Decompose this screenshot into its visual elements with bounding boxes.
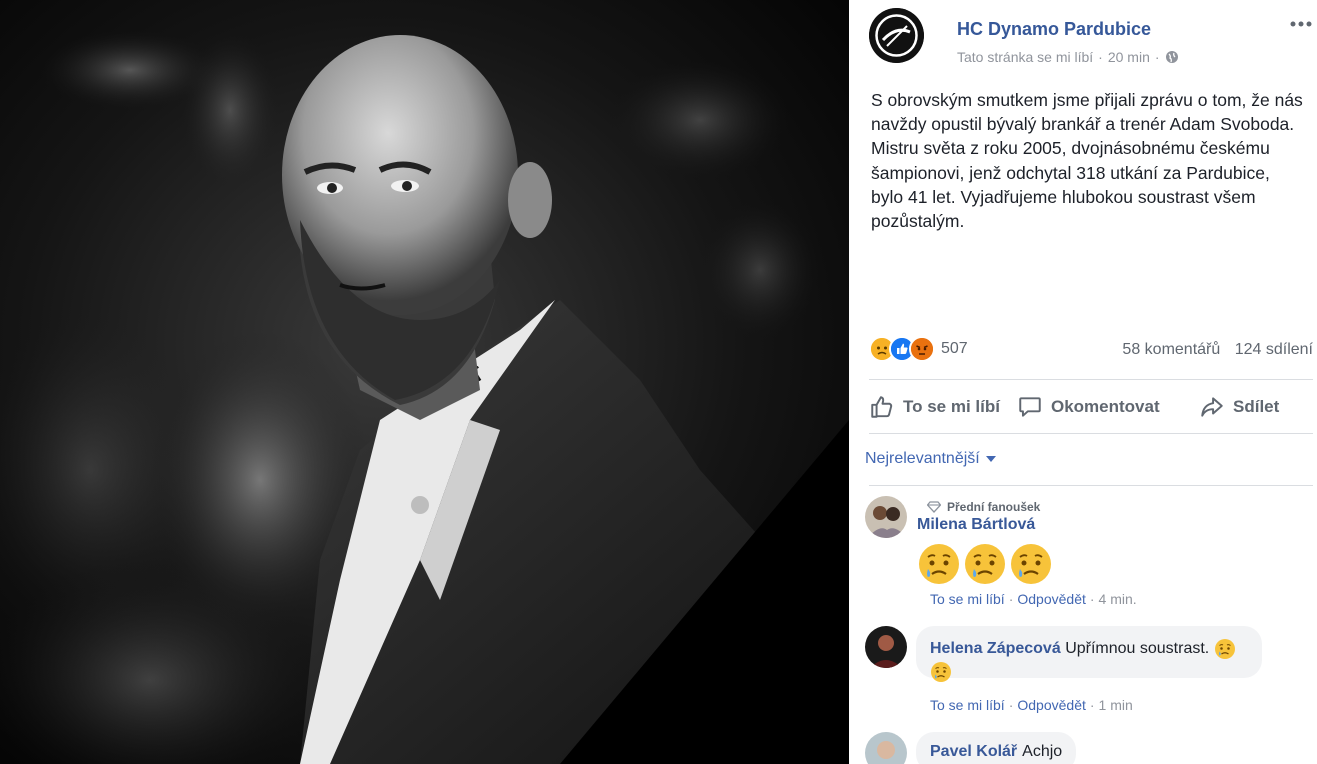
sad-tear-emoji-icon: [965, 544, 1005, 584]
comment-bubble-icon: [1019, 397, 1041, 417]
divider: [869, 379, 1313, 380]
comment-actions: To se mi líbí · Odpovědět · 1 min: [930, 697, 1133, 713]
comment-time[interactable]: 1 min: [1099, 697, 1133, 713]
reaction-count: 507: [941, 340, 968, 357]
caret-down-icon: [985, 456, 996, 462]
sad-tear-emoji-icon: [931, 661, 951, 682]
dot-separator: ·: [1089, 697, 1095, 713]
dot-separator: ·: [1089, 591, 1095, 607]
more-options-icon[interactable]: [1289, 20, 1313, 28]
comment-button-label: Okomentovat: [1051, 397, 1160, 416]
comment-bubble: Helena Zápecová Upřímnou soustrast.: [916, 626, 1262, 682]
top-fan-label: Přední fanoušek: [947, 500, 1041, 514]
commenter-avatar[interactable]: [865, 732, 907, 764]
meta-separator-2: ·: [1154, 49, 1160, 65]
sad-tear-emoji-icon: [1011, 544, 1051, 584]
dynamo-logo-icon: [869, 8, 924, 63]
comment-time[interactable]: 4 min.: [1099, 591, 1137, 607]
dot-separator: ·: [1008, 697, 1014, 713]
globe-icon: [1165, 51, 1178, 63]
post-text: S obrovským smutkem jsme přijali zprávu …: [871, 90, 1303, 232]
page-name-link[interactable]: HC Dynamo Pardubice: [957, 19, 1151, 40]
sort-label: Nejrelevantnější: [865, 450, 980, 467]
comment-actions: To se mi líbí · Odpovědět · 4 min.: [930, 591, 1137, 607]
post-meta: Tato stránka se mi líbí · 20 min ·: [957, 49, 1179, 65]
comment-text: Achjo: [1022, 743, 1063, 760]
comment-reply-link[interactable]: Odpovědět: [1017, 697, 1086, 713]
post-panel: HC Dynamo Pardubice Tato stránka se mi l…: [849, 0, 1317, 764]
like-page-link[interactable]: Tato stránka se mi líbí: [957, 49, 1093, 65]
commenter-avatar[interactable]: [865, 496, 907, 538]
commenter-avatar[interactable]: [865, 626, 907, 668]
post-actions-bar: To se mi líbí Okomentovat Sdílet: [869, 386, 1313, 426]
thumbs-up-icon: [871, 396, 893, 418]
share-button-label: Sdílet: [1233, 397, 1280, 416]
like-button-label: To se mi líbí: [903, 397, 1000, 416]
commenter-name[interactable]: Pavel Kolář: [930, 743, 1017, 761]
page-avatar[interactable]: [869, 8, 924, 63]
diamond-icon: [927, 501, 941, 513]
comment-item: Helena Zápecová Upřímnou soustrast. To s…: [865, 626, 1317, 726]
comment-like-link[interactable]: To se mi líbí: [930, 697, 1005, 713]
comment-bubble: Pavel Kolář Achjo: [916, 732, 1077, 764]
commenter-name[interactable]: Helena Zápecová: [930, 640, 1061, 657]
dot-separator: ·: [1008, 591, 1014, 607]
meta-separator: ·: [1098, 49, 1103, 65]
comment-like-link[interactable]: To se mi líbí: [930, 591, 1005, 607]
engagement-counts: 58 komentářů 124 sdílení: [1122, 341, 1313, 359]
comment-item: Pavel Kolář Achjo: [865, 732, 1317, 764]
shares-count-link[interactable]: 124 sdílení: [1235, 341, 1313, 358]
comment-text: Upřímnou soustrast.: [1065, 640, 1210, 657]
sad-tear-emoji-icon: [1214, 638, 1235, 659]
comment-button[interactable]: Okomentovat: [1017, 394, 1160, 420]
comment-reply-link[interactable]: Odpovědět: [1017, 591, 1086, 607]
coach-portrait-image: FERAT: [0, 0, 849, 764]
divider-3: [869, 485, 1313, 486]
top-fan-badge: Přední fanoušek: [927, 500, 1040, 514]
divider-2: [869, 433, 1313, 434]
share-arrow-icon: [1201, 397, 1223, 417]
angry-reaction-icon: [909, 336, 935, 362]
post-time[interactable]: 20 min: [1108, 49, 1150, 65]
comment-emojis: [917, 542, 1053, 586]
share-button[interactable]: Sdílet: [1199, 394, 1279, 420]
commenter-name[interactable]: Milena Bártlová: [917, 516, 1035, 534]
post-photo[interactable]: FERAT: [0, 0, 849, 764]
comment-sort-dropdown[interactable]: Nejrelevantnější: [865, 450, 996, 468]
sad-tear-emoji-icon: [919, 544, 959, 584]
post-header: HC Dynamo Pardubice Tato stránka se mi l…: [869, 8, 1317, 65]
like-button[interactable]: To se mi líbí: [869, 394, 1000, 420]
comment-item: Přední fanoušek Milena Bártlová To se mi…: [865, 496, 1317, 616]
reactions-summary[interactable]: 507: [869, 336, 968, 362]
comments-count-link[interactable]: 58 komentářů: [1122, 341, 1220, 358]
